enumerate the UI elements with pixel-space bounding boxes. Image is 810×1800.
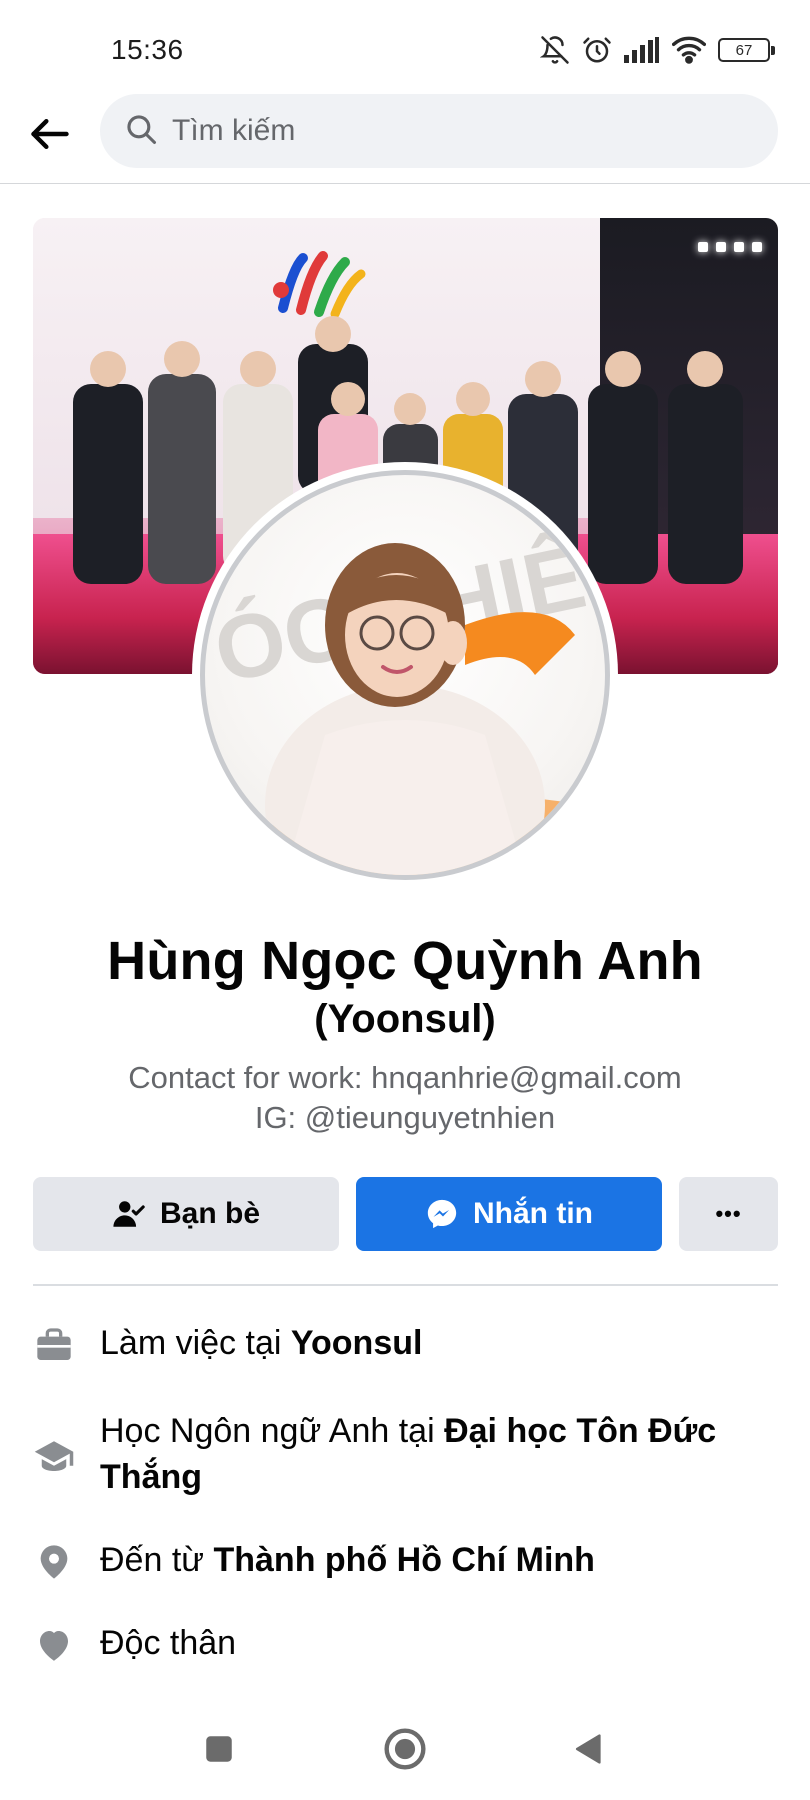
wifi-icon: [672, 36, 706, 64]
more-dots-icon: •••: [715, 1201, 742, 1226]
bio-instagram: IG: @tieunguyetnhien: [254, 1100, 556, 1135]
triangle-back-icon: [571, 1731, 607, 1772]
home-circle-icon: [383, 1727, 427, 1776]
messenger-icon: [425, 1197, 459, 1231]
stage-lights: [698, 242, 762, 252]
status-time: 15:36: [111, 34, 184, 65]
search-bar[interactable]: [100, 94, 778, 168]
info-education-text: Học Ngôn ngữ Anh tại Đại học Tôn Đức Thắ…: [100, 1412, 717, 1496]
battery-icon: 67: [718, 38, 775, 62]
square-icon: [202, 1732, 236, 1771]
bio-contact: Contact for work: hnqanhrie@gmail.com: [128, 1060, 682, 1095]
location-pin-icon: [33, 1541, 75, 1583]
info-work-value: Yoonsul: [290, 1324, 423, 1362]
status-bar: 15:36 67: [0, 0, 810, 95]
profile-name: Hùng Ngọc Quỳnh Anh: [107, 931, 703, 991]
graduation-cap-icon: [33, 1436, 75, 1478]
back-nav-button[interactable]: [566, 1728, 612, 1774]
avatar-photo: ÓC NHIÊN: [200, 470, 610, 880]
back-button[interactable]: [24, 110, 76, 162]
search-header: [0, 92, 810, 184]
status-icons: 67: [540, 32, 775, 68]
profile-alternate-name: (Yoonsul): [314, 997, 496, 1041]
friend-check-icon: [112, 1197, 146, 1231]
info-hometown-text: Đến từ Thành phố Hồ Chí Minh: [100, 1541, 595, 1579]
arrow-left-icon: [28, 112, 72, 161]
home-button[interactable]: [382, 1727, 428, 1776]
more-options-button[interactable]: •••: [679, 1177, 778, 1251]
search-input[interactable]: [172, 114, 732, 148]
search-icon: [124, 112, 158, 151]
message-button[interactable]: Nhắn tin: [356, 1177, 662, 1251]
friends-button[interactable]: Bạn bè: [33, 1177, 339, 1251]
system-nav-bar: [0, 1700, 810, 1800]
signal-icon: [624, 37, 660, 63]
info-work-text: Làm việc tại Yoonsul: [100, 1324, 423, 1362]
profile-bio: Contact for work: hnqanhrie@gmail.com IG…: [0, 1058, 810, 1138]
friends-button-label: Bạn bè: [159, 1197, 261, 1230]
section-divider: [33, 1284, 778, 1286]
alarm-icon: [582, 35, 612, 65]
profile-avatar[interactable]: ÓC NHIÊN: [192, 462, 618, 888]
recents-button[interactable]: [196, 1728, 242, 1774]
heart-icon: [33, 1624, 75, 1666]
avatar-illustration: ÓC NHIÊN: [206, 511, 605, 875]
info-hometown-value: Thành phố Hồ Chí Minh: [213, 1541, 595, 1579]
message-button-label: Nhắn tin: [473, 1197, 593, 1230]
briefcase-icon: [33, 1324, 75, 1366]
bell-off-icon: [540, 35, 570, 65]
info-relationship-text: Độc thân: [100, 1624, 237, 1662]
